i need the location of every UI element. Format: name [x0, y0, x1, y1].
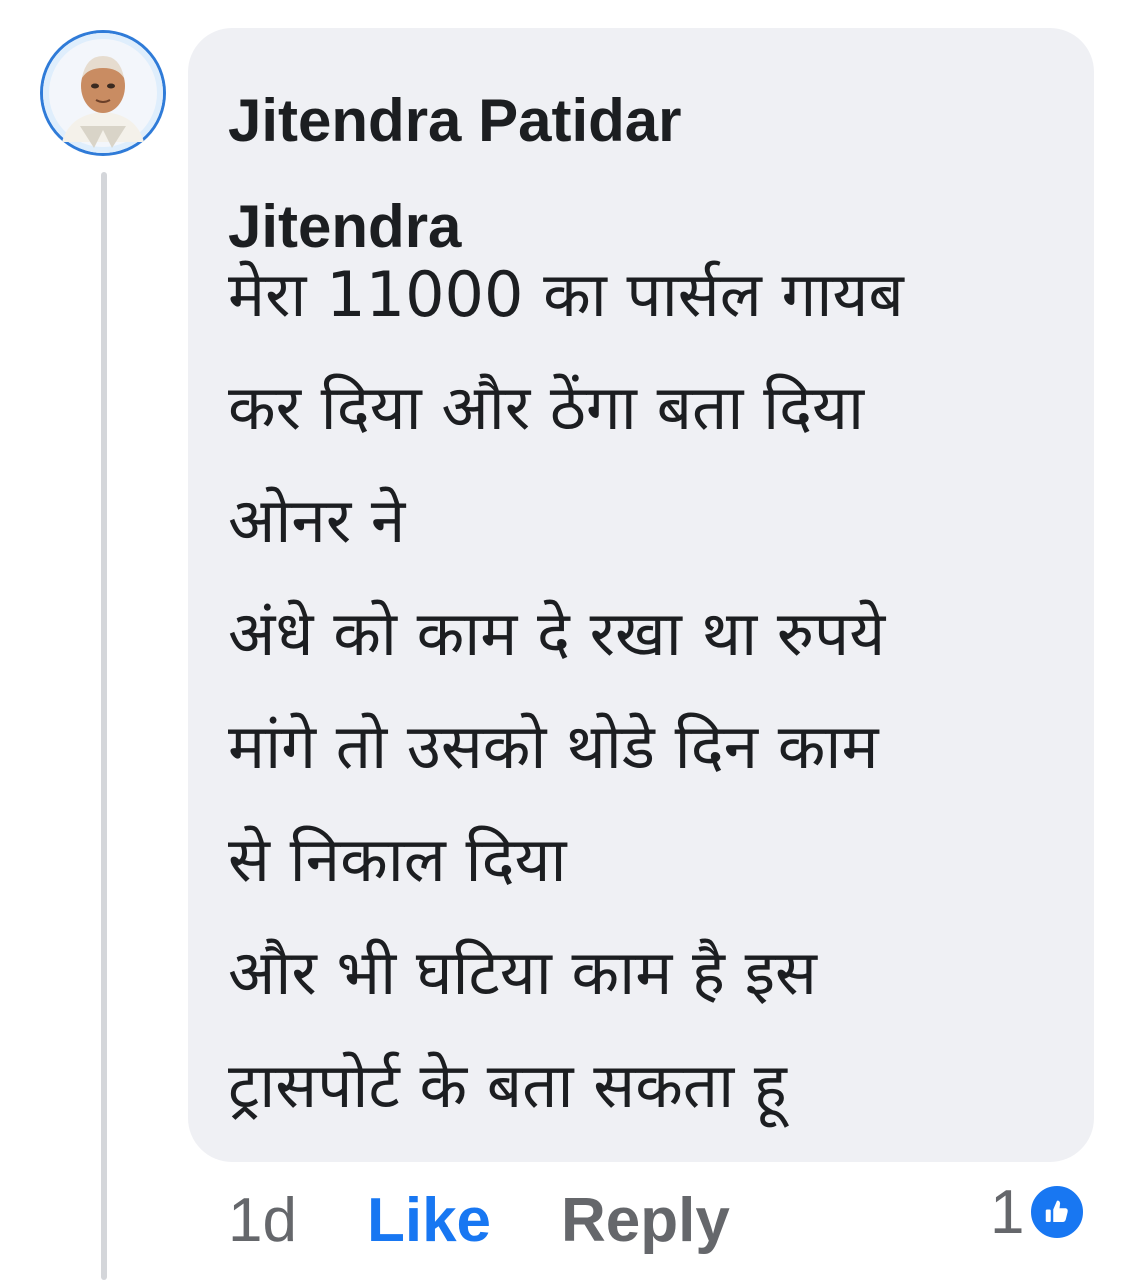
thumbs-up-icon — [1028, 1183, 1087, 1241]
comment-timestamp[interactable]: 1d — [228, 1185, 297, 1256]
comment-text: मेरा 11000 का पार्सल गायब कर दिया और ठें… — [228, 238, 1068, 1142]
comment-line: मांगे तो उसको थोडे दिन काम — [228, 710, 879, 783]
author-name-line1[interactable]: Jitendra Patidar — [228, 68, 1048, 174]
reaction-summary[interactable]: 1 — [990, 1172, 1087, 1252]
reaction-count: 1 — [990, 1177, 1025, 1247]
comment-line: अंधे को काम दे रखा था रुपये — [228, 597, 886, 670]
comment-line: ओनर ने — [228, 484, 406, 557]
comment-actions: 1d Like Reply — [228, 1180, 730, 1260]
comment-bubble: Jitendra Patidar Jitendra मेरा 11000 का … — [188, 28, 1094, 1162]
thread-line — [101, 172, 107, 1280]
avatar-image — [43, 33, 163, 153]
comment-line: ट्रासपोर्ट के बता सकता हू — [228, 1049, 787, 1122]
comment-line: और भी घटिया काम है इस — [228, 936, 817, 1009]
like-button[interactable]: Like — [367, 1185, 491, 1256]
comment-line: कर दिया और ठेंगा बता दिया — [228, 371, 865, 444]
comment-line: से निकाल दिया — [228, 823, 567, 896]
comment-line: मेरा 11000 का पार्सल गायब — [228, 258, 904, 331]
avatar[interactable] — [40, 30, 166, 156]
reply-button[interactable]: Reply — [561, 1185, 730, 1256]
